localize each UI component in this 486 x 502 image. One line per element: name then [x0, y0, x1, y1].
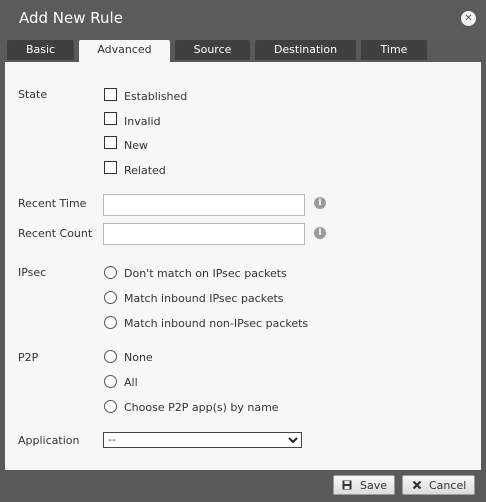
- p2p-all-label: All: [124, 376, 138, 389]
- advanced-panel: State Established Invalid New Related Re…: [5, 62, 481, 470]
- state-invalid-label: Invalid: [124, 115, 161, 128]
- ipsec-match-inbound-label: Match inbound IPsec packets: [124, 292, 284, 305]
- p2p-by-name-radio[interactable]: [104, 400, 117, 413]
- recent-time-input[interactable]: [103, 194, 305, 216]
- p2p-none-label: None: [124, 351, 153, 364]
- chevron-down-icon: [287, 434, 299, 449]
- tab-destination[interactable]: Destination: [255, 40, 356, 60]
- state-related-label: Related: [124, 164, 166, 177]
- application-select-value: --: [108, 433, 116, 446]
- cancel-button[interactable]: Cancel: [402, 475, 475, 495]
- ipsec-dont-match-label: Don't match on IPsec packets: [124, 267, 287, 280]
- tab-source[interactable]: Source: [175, 40, 250, 60]
- p2p-all-radio[interactable]: [104, 375, 117, 388]
- p2p-label: P2P: [18, 351, 39, 364]
- cancel-button-label: Cancel: [429, 479, 467, 492]
- tab-advanced[interactable]: Advanced: [79, 40, 170, 62]
- application-select[interactable]: --: [103, 432, 302, 448]
- add-new-rule-dialog: Add New Rule ✕ Basic Advanced Source Des…: [0, 0, 486, 502]
- save-button-label: Save: [360, 479, 388, 492]
- recent-time-info-icon[interactable]: i: [314, 197, 326, 209]
- p2p-none-radio[interactable]: [104, 350, 117, 363]
- recent-time-label: Recent Time: [18, 197, 87, 210]
- application-label: Application: [18, 434, 80, 447]
- state-new-label: New: [124, 139, 148, 152]
- state-label: State: [18, 88, 48, 101]
- tab-basic[interactable]: Basic: [7, 40, 74, 60]
- recent-count-info-icon[interactable]: i: [314, 227, 326, 239]
- state-established-checkbox[interactable]: [104, 88, 117, 101]
- tab-time[interactable]: Time: [361, 40, 427, 60]
- dialog-titlebar: Add New Rule ✕: [0, 0, 486, 40]
- dialog-title: Add New Rule: [19, 9, 123, 27]
- floppy-disk-icon: [342, 480, 352, 493]
- state-related-checkbox[interactable]: [104, 161, 117, 174]
- ipsec-match-non-ipsec-radio[interactable]: [104, 316, 117, 329]
- recent-count-label: Recent Count: [18, 227, 93, 240]
- ipsec-label: IPsec: [18, 266, 47, 279]
- state-new-checkbox[interactable]: [104, 136, 117, 149]
- tab-bar: Basic Advanced Source Destination Time: [0, 40, 486, 62]
- recent-count-input[interactable]: [103, 223, 305, 245]
- ipsec-match-inbound-radio[interactable]: [104, 291, 117, 304]
- save-button[interactable]: Save: [333, 475, 395, 495]
- state-established-label: Established: [124, 90, 188, 103]
- ipsec-match-non-ipsec-label: Match inbound non-IPsec packets: [124, 317, 309, 330]
- close-x-icon: [412, 480, 422, 493]
- close-icon[interactable]: ✕: [461, 11, 476, 26]
- p2p-by-name-label: Choose P2P app(s) by name: [124, 401, 279, 414]
- ipsec-dont-match-radio[interactable]: [104, 266, 117, 279]
- state-invalid-checkbox[interactable]: [104, 112, 117, 125]
